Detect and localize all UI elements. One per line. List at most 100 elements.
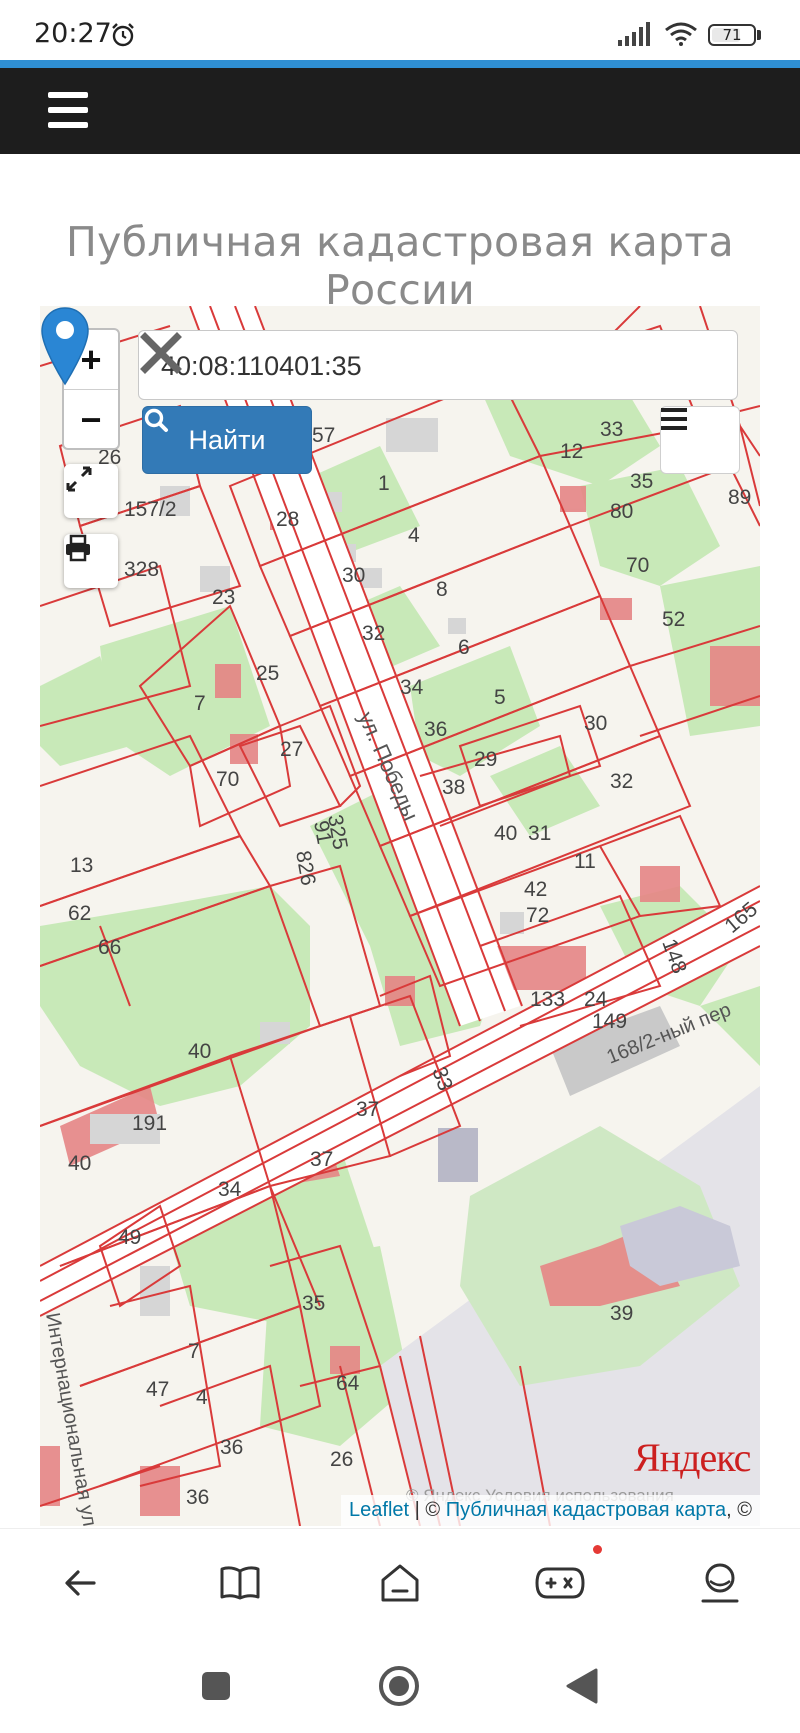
back-button[interactable] — [560, 1664, 604, 1708]
svg-text:32: 32 — [610, 770, 633, 793]
svg-text:66: 66 — [98, 936, 121, 959]
svg-text:32: 32 — [362, 622, 385, 645]
svg-text:328: 328 — [124, 558, 159, 581]
cadastral-map[interactable]: ул. Победы 168/2-ный пер Интернациональн… — [40, 306, 760, 1526]
layers-menu-button[interactable] — [660, 406, 740, 474]
attribution-separator: | © — [409, 1499, 446, 1521]
profile-icon[interactable] — [690, 1553, 750, 1613]
navbar — [0, 68, 800, 154]
svg-text:37: 37 — [356, 1098, 379, 1121]
search-icon — [144, 408, 168, 432]
svg-text:6: 6 — [458, 636, 470, 659]
svg-text:27: 27 — [280, 738, 303, 761]
svg-text:8: 8 — [436, 578, 448, 601]
svg-text:24: 24 — [584, 988, 608, 1011]
cadastral-number-input[interactable] — [159, 345, 643, 387]
attribution-tail: , © — [726, 1499, 752, 1521]
svg-text:7: 7 — [194, 692, 206, 715]
svg-text:149: 149 — [592, 1010, 627, 1033]
battery-icon: 71 — [708, 24, 756, 46]
notification-dot — [593, 1545, 602, 1554]
zoom-out-button[interactable]: − — [64, 389, 118, 449]
svg-text:37: 37 — [310, 1148, 333, 1171]
accent-line — [0, 60, 800, 68]
battery-percent: 71 — [722, 26, 742, 44]
yandex-logo: Яндекс — [634, 1435, 751, 1480]
svg-text:133: 133 — [530, 988, 565, 1011]
print-button[interactable] — [64, 534, 118, 588]
location-marker-icon[interactable] — [40, 306, 90, 386]
cadastral-search-box — [138, 330, 738, 400]
recents-button[interactable] — [194, 1664, 238, 1708]
svg-text:25: 25 — [256, 662, 279, 685]
svg-text:4: 4 — [196, 1386, 208, 1409]
status-bar: 20:27 71 — [0, 0, 800, 60]
svg-text:4: 4 — [408, 524, 420, 547]
svg-text:5: 5 — [494, 686, 506, 709]
system-nav-bar — [0, 1636, 800, 1733]
svg-text:36: 36 — [424, 718, 447, 741]
map-attribution: Leaflet | © Публичная кадастровая карта,… — [341, 1495, 760, 1526]
map-tiles[interactable]: ул. Победы 168/2-ный пер Интернациональн… — [40, 306, 760, 1526]
alarm-icon — [112, 23, 134, 47]
list-icon — [661, 408, 687, 430]
svg-text:35: 35 — [630, 470, 653, 493]
svg-text:52: 52 — [662, 608, 685, 631]
find-button-label: Найти — [188, 424, 266, 455]
svg-text:1: 1 — [378, 472, 390, 495]
svg-text:34: 34 — [218, 1178, 242, 1201]
home-button[interactable] — [377, 1664, 421, 1708]
pkk-link[interactable]: Публичная кадастровая карта — [446, 1499, 726, 1521]
svg-text:80: 80 — [610, 500, 633, 523]
svg-text:30: 30 — [584, 712, 607, 735]
book-icon[interactable] — [210, 1553, 270, 1613]
home-icon[interactable] — [370, 1553, 430, 1613]
svg-text:12: 12 — [560, 440, 583, 463]
svg-text:49: 49 — [118, 1226, 141, 1249]
svg-text:38: 38 — [442, 776, 465, 799]
hamburger-icon[interactable] — [48, 92, 88, 128]
svg-text:7: 7 — [188, 1340, 200, 1363]
back-icon[interactable] — [50, 1553, 110, 1613]
svg-text:70: 70 — [216, 768, 239, 791]
svg-text:36: 36 — [220, 1436, 243, 1459]
expand-icon — [66, 466, 92, 492]
svg-text:11: 11 — [574, 850, 596, 873]
svg-text:36: 36 — [186, 1486, 209, 1509]
svg-text:40: 40 — [494, 822, 517, 845]
svg-text:29: 29 — [474, 748, 497, 771]
fullscreen-button[interactable] — [64, 464, 118, 518]
svg-text:34: 34 — [400, 676, 424, 699]
svg-text:26: 26 — [330, 1448, 353, 1471]
games-icon[interactable] — [530, 1553, 590, 1613]
svg-text:72: 72 — [526, 904, 549, 927]
close-icon[interactable] — [139, 331, 183, 375]
svg-text:47: 47 — [146, 1378, 169, 1401]
svg-text:33: 33 — [600, 418, 623, 441]
wifi-icon — [665, 22, 697, 46]
svg-text:64: 64 — [336, 1372, 360, 1395]
svg-text:31: 31 — [528, 822, 551, 845]
find-button[interactable]: Найти — [142, 406, 312, 474]
print-icon — [66, 534, 90, 562]
svg-text:191: 191 — [132, 1112, 167, 1135]
svg-text:89: 89 — [728, 486, 751, 509]
svg-text:57: 57 — [312, 424, 335, 447]
page-title: Публичная кадастровая карта России — [66, 218, 734, 314]
browser-bottom-nav — [0, 1528, 800, 1637]
svg-text:35: 35 — [302, 1292, 325, 1315]
signal-icon — [618, 22, 650, 46]
svg-text:40: 40 — [188, 1040, 211, 1063]
svg-text:30: 30 — [342, 564, 365, 587]
status-time: 20:27 — [34, 18, 112, 49]
svg-text:28: 28 — [276, 508, 299, 531]
svg-text:70: 70 — [626, 554, 649, 577]
leaflet-link[interactable]: Leaflet — [349, 1499, 409, 1521]
svg-text:42: 42 — [524, 878, 547, 901]
svg-text:23: 23 — [212, 586, 235, 609]
svg-text:40: 40 — [68, 1152, 91, 1175]
battery-tip — [757, 30, 761, 40]
svg-text:13: 13 — [70, 854, 93, 877]
svg-text:62: 62 — [68, 902, 91, 925]
svg-text:157/2: 157/2 — [124, 498, 177, 521]
